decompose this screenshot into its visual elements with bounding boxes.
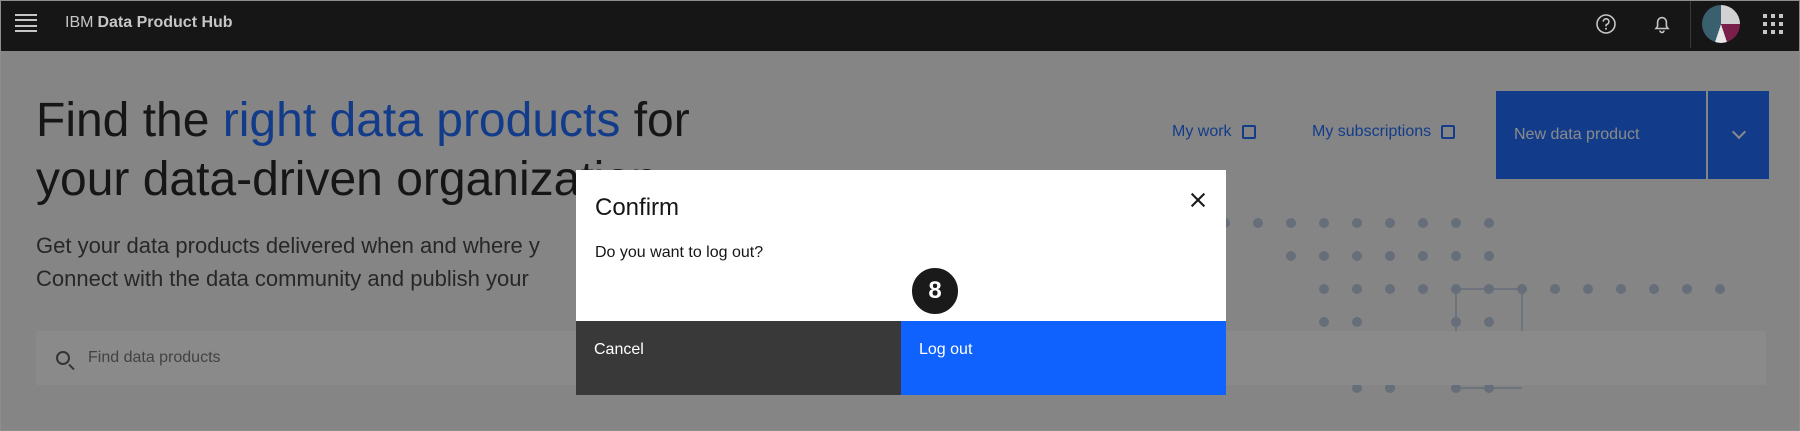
top-header: IBM Data Product Hub <box>0 0 1800 51</box>
step-badge: 8 <box>910 266 960 316</box>
dialog-message: Do you want to log out? <box>595 244 764 261</box>
cancel-button[interactable]: Cancel <box>576 321 901 395</box>
app-title[interactable]: IBM Data Product Hub <box>65 14 233 32</box>
confirm-dialog: Confirm Do you want to log out? Cancel L… <box>576 170 1226 395</box>
notification-icon[interactable] <box>1638 0 1686 48</box>
app-switcher-icon[interactable] <box>1763 14 1783 34</box>
dialog-title: Confirm <box>595 194 680 221</box>
menu-icon[interactable] <box>15 14 37 32</box>
brand-name: Data Product Hub <box>97 14 233 31</box>
avatar <box>1701 5 1740 43</box>
close-icon <box>1191 193 1205 207</box>
dialog-footer: Cancel Log out <box>576 321 1226 395</box>
user-avatar-button[interactable] <box>1690 0 1750 48</box>
log-out-button[interactable]: Log out <box>901 321 1226 395</box>
help-icon[interactable] <box>1582 0 1630 48</box>
brand-prefix: IBM <box>65 14 94 31</box>
close-button[interactable] <box>1184 186 1212 214</box>
